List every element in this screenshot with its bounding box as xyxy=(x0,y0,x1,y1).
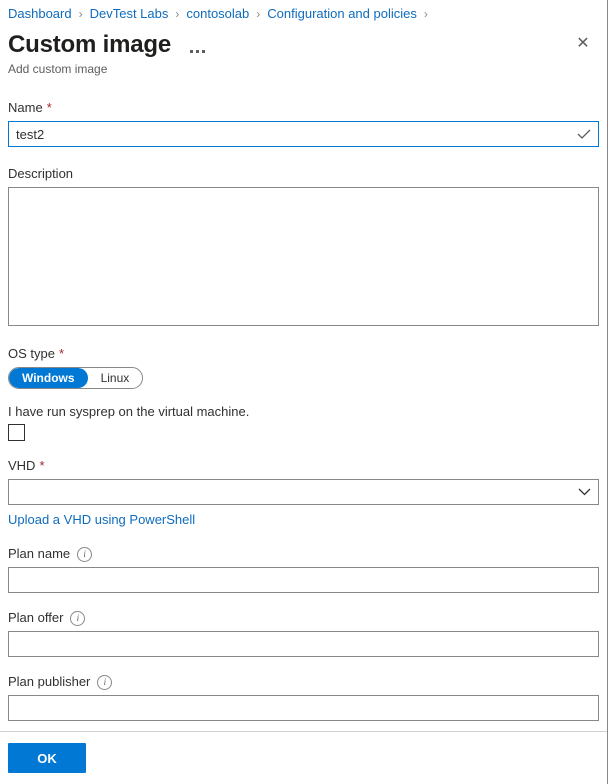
custom-image-blade: Dashboard › DevTest Labs › contosolab › … xyxy=(0,0,608,784)
ellipsis-dot xyxy=(196,49,200,53)
description-label-row: Description xyxy=(8,165,599,183)
field-plan-name: Plan name i xyxy=(8,545,599,593)
name-label-row: Name * xyxy=(8,99,599,117)
ok-button[interactable]: OK xyxy=(8,743,86,773)
page-subtitle: Add custom image xyxy=(8,62,108,76)
ellipsis-dot xyxy=(202,49,206,53)
field-vhd: VHD * Upload a VHD using PowerShell xyxy=(8,457,599,529)
ellipsis-dot xyxy=(190,49,194,53)
name-label: Name xyxy=(8,100,43,115)
page-title: Custom image xyxy=(8,31,171,58)
plan-publisher-label-row: Plan publisher i xyxy=(8,673,599,691)
required-marker: * xyxy=(46,100,52,115)
field-plan-offer: Plan offer i xyxy=(8,609,599,657)
field-plan-publisher: Plan publisher i xyxy=(8,673,599,721)
plan-offer-label-row: Plan offer i xyxy=(8,609,599,627)
field-os-type: OS type * Windows Linux xyxy=(8,345,599,389)
vhd-label: VHD xyxy=(8,458,36,473)
name-input[interactable] xyxy=(8,121,599,147)
info-icon[interactable]: i xyxy=(70,610,86,626)
os-type-label: OS type xyxy=(8,346,55,361)
info-icon[interactable]: i xyxy=(97,674,113,690)
plan-publisher-label: Plan publisher xyxy=(8,674,91,689)
breadcrumb-item-devtest-labs[interactable]: DevTest Labs xyxy=(90,6,169,22)
info-icon[interactable]: i xyxy=(77,546,93,562)
breadcrumb-item-contosolab[interactable]: contosolab xyxy=(186,6,249,22)
vhd-select[interactable] xyxy=(8,479,599,505)
breadcrumb-separator-icon: › xyxy=(175,7,180,21)
description-label: Description xyxy=(8,166,74,181)
plan-offer-label: Plan offer xyxy=(8,610,64,625)
sysprep-label: I have run sysprep on the virtual machin… xyxy=(8,404,250,419)
plan-name-label: Plan name xyxy=(8,546,71,561)
os-type-option-linux[interactable]: Linux xyxy=(88,368,143,388)
field-sysprep: I have run sysprep on the virtual machin… xyxy=(8,403,599,441)
blade-footer: OK xyxy=(0,731,607,784)
breadcrumb: Dashboard › DevTest Labs › contosolab › … xyxy=(0,0,607,24)
plan-name-input[interactable] xyxy=(8,567,599,593)
form-body: Name * Description OS xyxy=(0,77,607,731)
breadcrumb-separator-icon: › xyxy=(423,7,428,21)
os-type-option-windows[interactable]: Windows xyxy=(9,368,88,388)
required-marker: * xyxy=(58,346,65,361)
vhd-select-wrap xyxy=(8,479,599,505)
plan-name-label-row: Plan name i xyxy=(8,545,599,563)
name-input-wrap xyxy=(8,121,599,147)
os-type-label-row: OS type * xyxy=(8,345,599,363)
breadcrumb-item-configuration-and-policies[interactable]: Configuration and policies xyxy=(267,6,417,22)
vhd-label-row: VHD * xyxy=(8,457,599,475)
field-description: Description xyxy=(8,165,599,329)
required-marker: * xyxy=(39,458,45,473)
plan-publisher-input[interactable] xyxy=(8,695,599,721)
breadcrumb-separator-icon: › xyxy=(256,7,261,21)
breadcrumb-item-dashboard[interactable]: Dashboard xyxy=(8,6,72,22)
blade-header: Custom image ✕ xyxy=(0,24,607,60)
close-icon[interactable]: ✕ xyxy=(569,30,597,58)
field-name: Name * xyxy=(8,99,599,147)
description-textarea[interactable] xyxy=(8,187,599,326)
plan-offer-input[interactable] xyxy=(8,631,599,657)
sysprep-checkbox[interactable] xyxy=(8,424,25,441)
ellipsis-icon[interactable] xyxy=(185,42,211,60)
breadcrumb-separator-icon: › xyxy=(78,7,83,21)
upload-vhd-powershell-link[interactable]: Upload a VHD using PowerShell xyxy=(8,511,195,529)
os-type-toggle[interactable]: Windows Linux xyxy=(8,367,144,389)
